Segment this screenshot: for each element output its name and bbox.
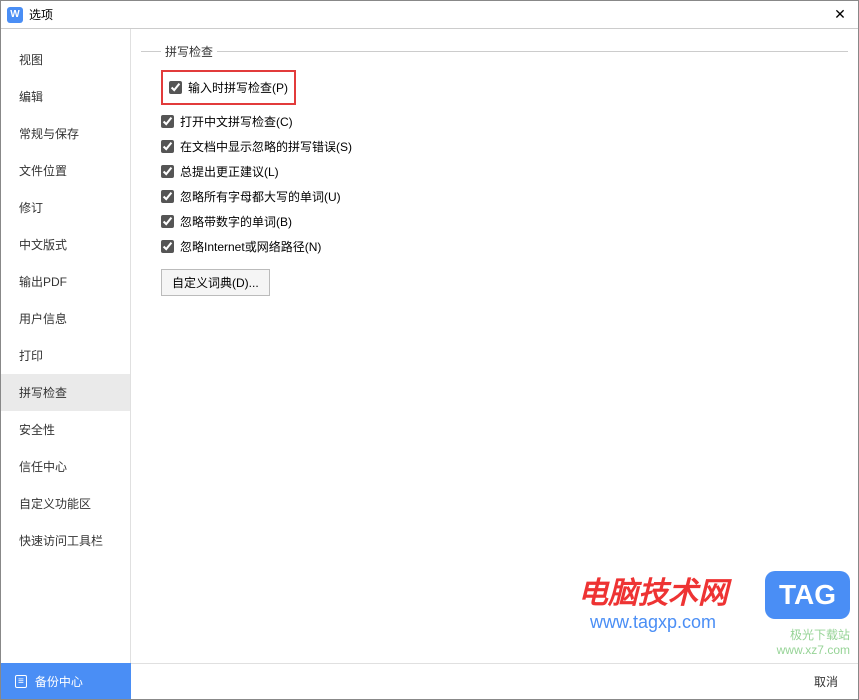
fieldset-legend: 拼写检查 bbox=[161, 43, 217, 60]
option-chinese-spellcheck[interactable]: 打开中文拼写检查(C) bbox=[161, 109, 842, 134]
sidebar-item-file-location[interactable]: 文件位置 bbox=[1, 152, 130, 189]
tag-badge: TAG bbox=[765, 571, 850, 619]
highlighted-option: 输入时拼写检查(P) bbox=[161, 70, 296, 105]
backup-center-button[interactable]: ≡ 备份中心 bbox=[1, 663, 131, 699]
custom-dictionary-button[interactable]: 自定义词典(D)... bbox=[161, 269, 270, 296]
sidebar: 视图 编辑 常规与保存 文件位置 修订 中文版式 输出PDF 用户信息 打印 拼… bbox=[1, 29, 131, 663]
backup-icon: ≡ bbox=[15, 675, 27, 688]
option-label: 在文档中显示忽略的拼写错误(S) bbox=[180, 138, 352, 155]
backup-label: 备份中心 bbox=[35, 673, 83, 690]
main-area: 视图 编辑 常规与保存 文件位置 修订 中文版式 输出PDF 用户信息 打印 拼… bbox=[1, 29, 858, 663]
sidebar-item-general-save[interactable]: 常规与保存 bbox=[1, 115, 130, 152]
titlebar: W 选项 ✕ bbox=[1, 1, 858, 29]
option-ignore-numbers[interactable]: 忽略带数字的单词(B) bbox=[161, 209, 842, 234]
option-label: 输入时拼写检查(P) bbox=[188, 79, 288, 96]
checkbox-suggest-corrections[interactable] bbox=[161, 165, 174, 178]
checkbox-check-as-type[interactable] bbox=[169, 81, 182, 94]
sidebar-item-chinese-layout[interactable]: 中文版式 bbox=[1, 226, 130, 263]
sidebar-item-quick-access[interactable]: 快速访问工具栏 bbox=[1, 522, 130, 559]
option-label: 总提出更正建议(L) bbox=[180, 163, 279, 180]
option-ignore-uppercase[interactable]: 忽略所有字母都大写的单词(U) bbox=[161, 184, 842, 209]
content-panel: 拼写检查 输入时拼写检查(P) 打开中文拼写检查(C) 在文档中显示忽略的拼写错… bbox=[131, 29, 858, 663]
sidebar-item-edit[interactable]: 编辑 bbox=[1, 78, 130, 115]
sidebar-item-view[interactable]: 视图 bbox=[1, 41, 130, 78]
checkbox-ignore-numbers[interactable] bbox=[161, 215, 174, 228]
checkbox-ignore-internet[interactable] bbox=[161, 240, 174, 253]
footer: 取消 bbox=[131, 663, 858, 699]
watermark-text: 电脑技术网 bbox=[578, 568, 728, 612]
option-label: 打开中文拼写检查(C) bbox=[180, 113, 293, 130]
sidebar-item-print[interactable]: 打印 bbox=[1, 337, 130, 374]
option-label: 忽略带数字的单词(B) bbox=[180, 213, 292, 230]
sidebar-item-revision[interactable]: 修订 bbox=[1, 189, 130, 226]
option-check-as-type[interactable]: 输入时拼写检查(P) bbox=[169, 75, 288, 100]
sidebar-item-user-info[interactable]: 用户信息 bbox=[1, 300, 130, 337]
sidebar-item-custom-ribbon[interactable]: 自定义功能区 bbox=[1, 485, 130, 522]
watermark-text: 极光下载站 bbox=[777, 626, 850, 643]
watermark-url: www.xz7.com bbox=[777, 643, 850, 657]
sidebar-item-security[interactable]: 安全性 bbox=[1, 411, 130, 448]
spellcheck-fieldset: 拼写检查 输入时拼写检查(P) 打开中文拼写检查(C) 在文档中显示忽略的拼写错… bbox=[141, 43, 848, 302]
sidebar-item-spellcheck[interactable]: 拼写检查 bbox=[1, 374, 130, 411]
window-title: 选项 bbox=[29, 6, 828, 23]
checkbox-ignore-uppercase[interactable] bbox=[161, 190, 174, 203]
option-ignore-internet[interactable]: 忽略Internet或网络路径(N) bbox=[161, 234, 842, 259]
sidebar-item-trust-center[interactable]: 信任中心 bbox=[1, 448, 130, 485]
option-show-ignored[interactable]: 在文档中显示忽略的拼写错误(S) bbox=[161, 134, 842, 159]
watermark-xz7: 极光下载站 www.xz7.com bbox=[777, 626, 850, 657]
option-label: 忽略所有字母都大写的单词(U) bbox=[180, 188, 341, 205]
close-button[interactable]: ✕ bbox=[828, 5, 852, 25]
sidebar-item-output-pdf[interactable]: 输出PDF bbox=[1, 263, 130, 300]
watermark-tagxp: 电脑技术网 www.tagxp.com bbox=[578, 568, 728, 633]
option-label: 忽略Internet或网络路径(N) bbox=[180, 238, 321, 255]
checkbox-chinese-spellcheck[interactable] bbox=[161, 115, 174, 128]
app-icon: W bbox=[7, 7, 23, 23]
option-suggest-corrections[interactable]: 总提出更正建议(L) bbox=[161, 159, 842, 184]
cancel-button[interactable]: 取消 bbox=[814, 673, 838, 690]
watermark-url: www.tagxp.com bbox=[578, 612, 728, 633]
checkbox-show-ignored[interactable] bbox=[161, 140, 174, 153]
